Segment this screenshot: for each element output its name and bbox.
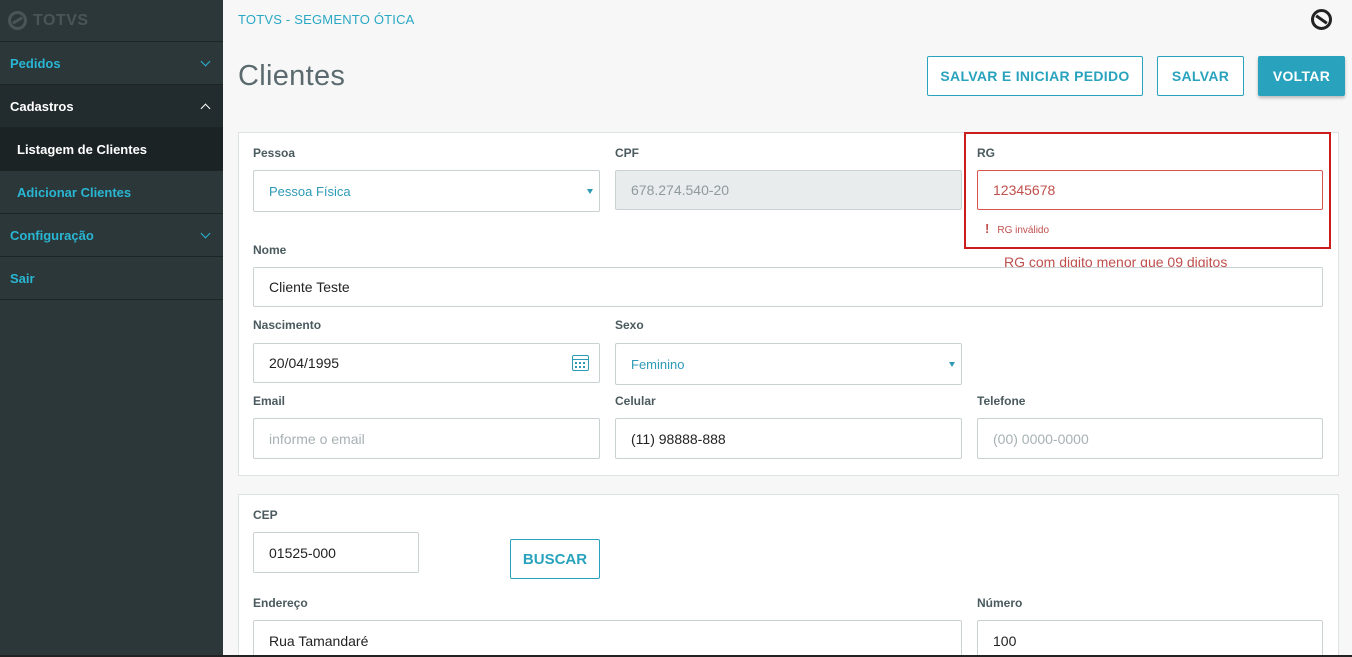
sidebar: TOTVS Pedidos Cadastros Listagem de Clie… (0, 0, 223, 657)
back-button[interactable]: VOLTAR (1258, 56, 1345, 96)
sync-icon[interactable] (1311, 9, 1332, 30)
celular-label: Celular (615, 394, 656, 408)
cep-label: CEP (253, 508, 278, 522)
telefone-label: Telefone (977, 394, 1026, 408)
pessoa-value: Pessoa Física (269, 183, 351, 199)
numero-field[interactable]: 100 (977, 620, 1323, 657)
caret-down-icon (587, 189, 593, 194)
cpf-field: 678.274.540-20 (615, 170, 962, 210)
cpf-label: CPF (615, 146, 639, 160)
sidebar-item-adicionar-clientes[interactable]: Adicionar Clientes (0, 171, 223, 214)
buscar-button[interactable]: BUSCAR (510, 539, 600, 579)
telefone-field[interactable]: (00) 0000-0000 (977, 418, 1323, 459)
calendar-icon[interactable] (572, 355, 589, 371)
sidebar-item-configuracao[interactable]: Configuração (0, 214, 223, 257)
error-highlight-box (964, 132, 1331, 249)
logo-text: TOTVS (33, 11, 89, 29)
chevron-down-icon (200, 56, 211, 66)
pessoa-label: Pessoa (253, 146, 296, 160)
pessoa-select[interactable]: Pessoa Física (253, 170, 600, 212)
endereco-label: Endereço (253, 596, 308, 610)
nascimento-value: 20/04/1995 (269, 355, 340, 371)
sidebar-item-cadastros[interactable]: Cadastros (0, 85, 223, 128)
nome-label: Nome (253, 243, 287, 257)
breadcrumb[interactable]: TOTVS - SEGMENTO ÓTICA (238, 12, 415, 27)
sidebar-item-label: Configuração (10, 227, 94, 243)
sidebar-item-sair[interactable]: Sair (0, 257, 223, 300)
logo: TOTVS (0, 0, 223, 42)
sidebar-item-label: Cadastros (10, 98, 74, 114)
endereco-field[interactable]: Rua Tamandaré (253, 620, 962, 657)
totvs-logo-icon (8, 11, 27, 30)
sidebar-item-label: Sair (10, 270, 35, 286)
nascimento-field[interactable]: 20/04/1995 (253, 343, 600, 383)
numero-label: Número (977, 596, 1023, 610)
nome-field[interactable]: Cliente Teste (253, 267, 1323, 307)
chevron-up-icon (200, 103, 211, 113)
chevron-down-icon (200, 228, 211, 238)
sidebar-item-label: Pedidos (10, 55, 61, 71)
sidebar-item-label: Adicionar Clientes (17, 184, 132, 200)
cep-field[interactable]: 01525-000 (253, 532, 419, 573)
sexo-value: Feminino (631, 356, 685, 372)
email-field[interactable]: informe o email (253, 418, 600, 459)
save-and-start-order-button[interactable]: SALVAR E INICIAR PEDIDO (927, 56, 1143, 96)
email-label: Email (253, 394, 286, 408)
celular-field[interactable]: (11) 98888-888 (615, 418, 962, 459)
sidebar-item-label: Listagem de Clientes (17, 141, 148, 157)
sidebar-item-pedidos[interactable]: Pedidos (0, 42, 223, 85)
sidebar-item-listagem-clientes[interactable]: Listagem de Clientes (0, 128, 223, 171)
nascimento-label: Nascimento (253, 318, 322, 332)
save-button[interactable]: SALVAR (1157, 56, 1244, 96)
sexo-select[interactable]: Feminino (615, 343, 962, 385)
sexo-label: Sexo (615, 318, 644, 332)
caret-down-icon (949, 362, 955, 367)
page-title: Clientes (238, 60, 346, 92)
